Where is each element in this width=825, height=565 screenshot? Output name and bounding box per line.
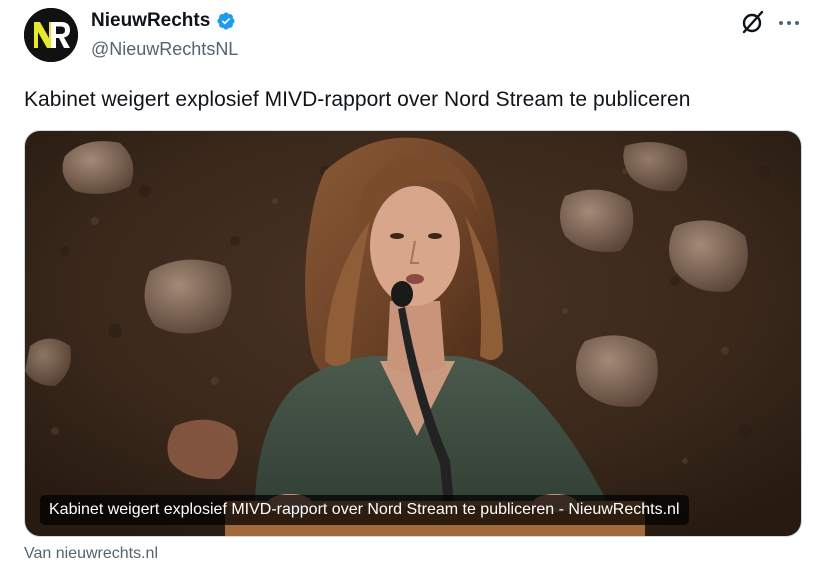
author-display-name[interactable]: NieuwRechts [91,10,210,32]
verified-badge-icon [216,11,236,31]
card-caption: Kabinet weigert explosief MIVD-rapport o… [40,495,689,525]
avatar-logo-icon [24,8,78,62]
card-photo [25,131,801,536]
card-source[interactable]: Van nieuwrechts.nl [24,545,158,563]
link-card[interactable]: Kabinet weigert explosief MIVD-rapport o… [24,130,802,537]
tweet-text: Kabinet weigert explosief MIVD-rapport o… [24,88,691,111]
author-name-row: NieuwRechts [91,10,236,32]
grok-icon[interactable] [740,9,766,35]
more-dots-icon[interactable] [776,10,802,36]
author-handle[interactable]: @NieuwRechtsNL [91,39,238,60]
avatar[interactable] [24,8,78,62]
tweet[interactable]: NieuwRechts @NieuwRechtsNL Kabinet weige… [0,0,825,565]
